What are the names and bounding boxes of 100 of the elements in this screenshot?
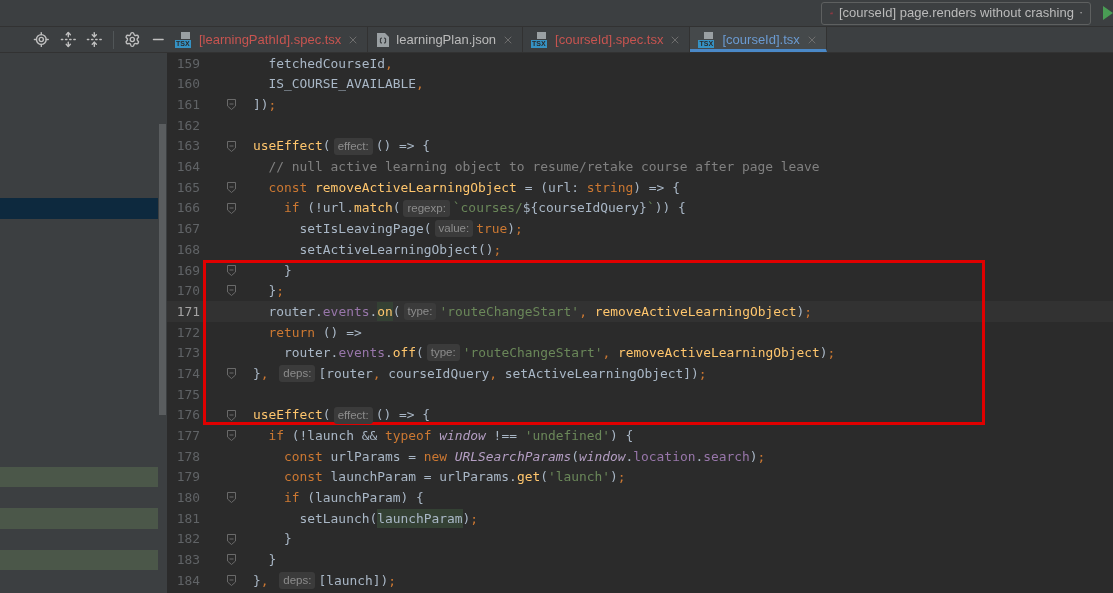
fold-icon[interactable] [227,181,236,193]
code-text: )) { [654,199,686,218]
code-text: events [322,302,370,321]
parameter-hint: type: [403,303,437,321]
code-text: , [602,344,612,363]
json-file-icon [376,31,391,48]
line-number: 161 [175,96,200,115]
code-text: () => [322,323,362,342]
code-text: } [253,364,261,383]
code-text: string [586,178,634,197]
code-text: removeActiveLearningObject [594,302,797,321]
code-text: ; [493,240,502,259]
code-text: if [283,199,301,218]
code-text: ` [646,199,655,218]
fold-icon[interactable] [227,264,236,276]
code-text: [launch]) [318,571,389,590]
code-text: 'undefined' [524,427,611,446]
code-text: return [267,323,317,342]
run-icon[interactable] [1103,6,1113,20]
code-text: ; [804,302,812,321]
line-number: 177 [175,427,200,446]
code-text: router. [267,302,323,321]
code-text: ; [276,282,285,301]
code-text: } [267,282,277,301]
code-text: removeActiveLearningObject [617,344,820,363]
code-text: , [384,54,393,73]
code-text: window [579,447,626,466]
fold-icon[interactable] [227,368,236,380]
code-text: !== [492,427,518,446]
line-number: 162 [175,116,200,135]
fold-icon[interactable] [227,99,236,111]
parameter-hint: regexp: [403,199,450,217]
line-number: 176 [175,406,200,425]
code-text: if [283,489,301,508]
code-text: setActiveLearningObject() [298,240,494,259]
code-text: ( [322,137,331,156]
code-text: } [267,551,277,570]
fold-icon[interactable] [227,533,236,545]
fold-icon[interactable] [227,492,236,504]
fold-icon[interactable] [227,285,236,297]
fold-icon[interactable] [227,554,236,566]
code-text: () => { [375,406,431,425]
parameter-hint: effect: [333,137,373,155]
code-text: const [267,178,309,197]
code-text: ]) [253,96,269,115]
fold-icon[interactable] [227,575,236,587]
code-text: ( [416,344,424,363]
code-text: removeActiveLearningObject [315,178,517,197]
tab-label: [courseId].spec.tsx [555,30,664,49]
code-text: } [253,571,261,590]
code-text: ${courseIdQuery} [522,199,647,218]
code-text: . [384,344,393,363]
code-text: , [372,364,382,383]
code-text: , [260,364,270,383]
code-text: (launchParam) { [307,489,424,508]
fold-icon[interactable] [227,140,236,152]
fold-icon[interactable] [227,202,236,214]
collapse-all-icon[interactable] [86,31,103,48]
code-text: ; [757,447,766,466]
line-number: 159 [175,54,200,73]
line-number: 173 [175,344,200,363]
code-text: ( [392,302,401,321]
code-text: [router [318,364,373,383]
code-text: , [416,75,424,94]
code-text: router. [283,344,339,363]
run-configuration-dropdown[interactable]: [courseId] page.renders without crashing [821,1,1091,25]
fold-icon[interactable] [227,409,236,421]
code-text: // null active learning object to resume/retake course after page leave [267,158,820,177]
tab-label: [courseId].tsx [722,30,800,49]
line-number: 179 [175,468,200,487]
settings-icon[interactable] [123,31,141,48]
code-text: useEffect [253,406,323,425]
code-text: search [703,447,750,466]
line-number: 170 [175,282,200,301]
code-text: ; [515,220,523,239]
code-text: = (url: [523,178,580,197]
code-text: setLaunch( [298,509,378,528]
scrollbar[interactable] [159,124,166,415]
code-text: launchParam = urlParams. [330,468,517,487]
line-number: 175 [175,385,200,404]
parameter-hint: type: [426,344,460,362]
fold-icon[interactable] [227,430,236,442]
expand-all-icon[interactable] [59,31,77,48]
editor-tab[interactable]: learningPlan.json [368,27,524,52]
line-number: 171 [175,302,200,321]
code-text: ; [698,364,707,383]
code-text: ) => { [633,178,680,197]
code-text: const [283,468,324,487]
code-text: (!url. [307,199,354,218]
line-number: 165 [175,178,200,197]
code-text: ( [392,199,401,218]
line-number: 168 [175,240,200,259]
code-text: true [476,220,508,239]
line-number: 178 [175,447,200,466]
code-text: ) [507,220,515,239]
code-text: ( [571,447,579,466]
code-text: off [392,344,416,363]
line-number: 182 [175,530,200,549]
line-number: 174 [175,364,200,383]
locate-icon[interactable] [33,31,50,48]
